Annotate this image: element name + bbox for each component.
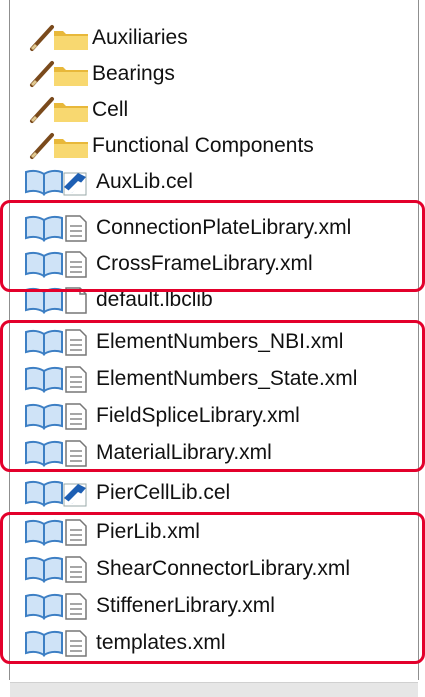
pane-left-border [9,0,10,680]
horizontal-scrollbar[interactable] [10,682,418,697]
pencil-folder-icon [18,131,94,161]
file-tree-pane: Auxiliaries Bearings Cell Functional Com… [0,0,425,697]
book-cell-file-icon [18,478,94,508]
tree-item-label: StiffenerLibrary.xml [96,594,275,617]
tree-item-label: CrossFrameLibrary.xml [96,252,313,275]
tree-item-label: Cell [92,98,129,121]
book-document-icon [18,554,94,584]
tree-item-materiallibrary-xml[interactable]: MaterialLibrary.xml [18,435,414,471]
book-document-icon [18,213,94,243]
book-cell-file-icon [18,167,94,197]
book-document-icon [18,401,94,431]
tree-item-label: Auxiliaries [92,26,188,49]
book-document-icon [18,364,94,394]
tree-item-label: MaterialLibrary.xml [96,441,272,464]
book-document-icon [18,517,94,547]
tree-item-label: FieldSpliceLibrary.xml [96,404,300,427]
tree-item-stiffenerlibrary-xml[interactable]: StiffenerLibrary.xml [18,588,414,624]
tree-item-label: ConnectionPlateLibrary.xml [96,216,352,239]
tree-item-auxiliaries[interactable]: Auxiliaries [18,20,414,56]
tree-item-label: AuxLib.cel [96,170,193,193]
tree-item-label: templates.xml [96,631,226,654]
tree-item-crossframelibrary-xml[interactable]: CrossFrameLibrary.xml [18,246,414,282]
tree-item-connectionplatelibrary-xml[interactable]: ConnectionPlateLibrary.xml [18,210,414,246]
tree-item-label: Bearings [92,62,175,85]
pencil-folder-icon [18,59,94,89]
tree-item-label: ShearConnectorLibrary.xml [96,557,351,580]
book-document-icon [18,438,94,468]
tree-item-fieldsplicelibrary-xml[interactable]: FieldSpliceLibrary.xml [18,398,414,434]
book-document-icon [18,249,94,279]
pencil-folder-icon [18,23,94,53]
pencil-folder-icon [18,95,94,125]
book-blank-file-icon [18,285,94,315]
tree-item-templates-xml[interactable]: templates.xml [18,625,414,661]
tree-item-shearconnectorlibrary-xml[interactable]: ShearConnectorLibrary.xml [18,551,414,587]
tree-item-label: ElementNumbers_NBI.xml [96,330,344,353]
tree-item-label: Functional Components [92,134,314,157]
tree-item-bearings[interactable]: Bearings [18,56,414,92]
tree-item-functional-components[interactable]: Functional Components [18,128,414,164]
tree-item-label: default.lbclib [96,288,213,311]
tree-item-label: PierLib.xml [96,520,200,543]
tree-item-piercelllib-cel[interactable]: PierCellLib.cel [18,475,414,511]
book-document-icon [18,591,94,621]
tree-item-cell[interactable]: Cell [18,92,414,128]
tree-item-elementnumbers-nbi-xml[interactable]: ElementNumbers_NBI.xml [18,324,414,360]
tree-item-elementnumbers-state-xml[interactable]: ElementNumbers_State.xml [18,361,414,397]
book-document-icon [18,327,94,357]
tree-item-label: PierCellLib.cel [96,481,231,504]
tree-item-default-lbclib[interactable]: default.lbclib [18,282,414,318]
tree-item-label: ElementNumbers_State.xml [96,367,358,390]
book-document-icon [18,628,94,658]
tree-item-pierlib-xml[interactable]: PierLib.xml [18,514,414,550]
pane-right-border [418,0,419,680]
tree-item-auxlib-cel[interactable]: AuxLib.cel [18,164,414,200]
